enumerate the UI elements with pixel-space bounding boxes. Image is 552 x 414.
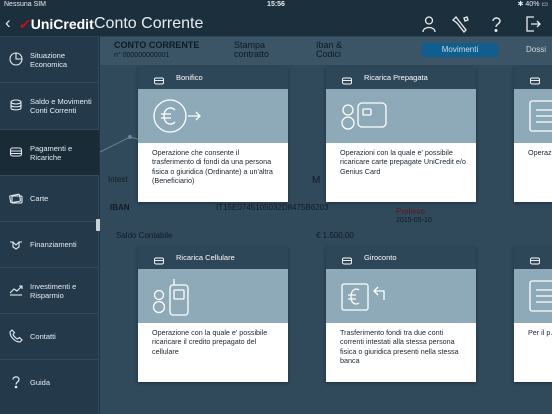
sidebar-item-investimenti[interactable]: Investimenti e Risparmio bbox=[0, 268, 99, 314]
sidebar-item-label: Contatti bbox=[30, 332, 56, 342]
card-illustration bbox=[326, 89, 476, 143]
coins-icon bbox=[9, 98, 23, 112]
brand-name: UniCredit bbox=[30, 16, 94, 32]
option-card-partial-top[interactable]: Operaz... di fisca... non pr... bbox=[514, 67, 552, 202]
status-bar: Nessuna SIM 15:56 ✱ 40% ▭ bbox=[0, 0, 552, 10]
print-contract-link[interactable]: Stampa contratto bbox=[234, 41, 269, 59]
card-description: Trasferimento fondi tra due conti corren… bbox=[340, 328, 459, 366]
card-illustration bbox=[326, 269, 476, 323]
sidebar-item-label: Saldo e Movimenti Conti Correnti bbox=[30, 96, 92, 116]
sidebar-item-label: Situazione Economica bbox=[30, 50, 68, 70]
iban-codes-line2: Codici bbox=[316, 49, 342, 59]
bluetooth-icon: ✱ bbox=[517, 1, 524, 8]
trend-icon bbox=[9, 283, 23, 297]
card-illustration bbox=[138, 269, 288, 323]
money-stack-icon bbox=[154, 253, 164, 265]
option-card-ricarica-prepagata[interactable]: Ricarica Prepagata Operazioni con la qua… bbox=[326, 67, 476, 202]
card-title: Bonifico bbox=[176, 73, 203, 82]
option-card-ricarica-cellulare[interactable]: Ricarica Cellulare Operazione con la qua… bbox=[138, 247, 288, 382]
brand-logo: ✓UniCredit bbox=[18, 16, 94, 32]
brand-mark-icon: ✓ bbox=[18, 16, 30, 32]
user-icon[interactable] bbox=[420, 15, 438, 33]
sidebar: Situazione Economica Saldo e Movimenti C… bbox=[0, 37, 99, 414]
battery-indicator: ✱ 40% ▭ bbox=[518, 0, 548, 10]
sidebar-item-label: Finanziamenti bbox=[30, 240, 77, 250]
card-description: Operazioni con la quale e' possibile ric… bbox=[340, 148, 466, 176]
holder-label: Intest bbox=[108, 175, 128, 184]
card-header: Ricarica Cellulare bbox=[138, 247, 288, 269]
prelievo-date: 2015-05-10 bbox=[396, 217, 432, 224]
column-letter: M bbox=[312, 175, 321, 186]
sidebar-item-situazione-economica[interactable]: Situazione Economica bbox=[0, 37, 99, 83]
sidebar-item-pagamenti-ricariche[interactable]: Pagamenti e Ricariche bbox=[0, 130, 99, 176]
app-window: Nessuna SIM 15:56 ✱ 40% ▭ ‹ ✓UniCredit C… bbox=[0, 0, 552, 414]
card-illustration bbox=[514, 89, 552, 143]
prelievo-label: Prelievo bbox=[396, 207, 425, 216]
card-description: Operazione che consente il trasferimento… bbox=[152, 148, 273, 186]
card-description: Per il p... MAV, R... bbox=[528, 328, 552, 337]
card-title: Ricarica Cellulare bbox=[176, 253, 235, 262]
page-title: Conto Corrente bbox=[94, 15, 204, 32]
saldo-label: Saldo Contabile bbox=[116, 231, 173, 240]
phone-icon bbox=[9, 329, 23, 343]
money-stack-icon bbox=[530, 253, 540, 265]
battery-label: 40% bbox=[525, 1, 540, 8]
card-description: Operaz... di fisca... non pr... bbox=[528, 148, 552, 157]
sidebar-item-label: Investimenti e Risparmio bbox=[30, 281, 77, 301]
handshake-icon bbox=[9, 237, 23, 251]
document-icon bbox=[529, 100, 552, 132]
app-header: ‹ ✓UniCredit Conto Corrente bbox=[0, 10, 552, 37]
tools-icon[interactable] bbox=[452, 15, 470, 33]
prepaid-card-icon bbox=[341, 102, 387, 130]
saldo-value: € 1.500,00 bbox=[316, 231, 354, 240]
sidebar-item-saldo-movimenti[interactable]: Saldo e Movimenti Conti Correnti bbox=[0, 83, 99, 130]
pie-chart-icon bbox=[9, 52, 23, 66]
card-description: Operazione con la quale e' possibile ric… bbox=[152, 328, 268, 356]
logout-icon[interactable] bbox=[524, 15, 542, 33]
card-illustration bbox=[138, 89, 288, 143]
card-header bbox=[514, 67, 552, 89]
card-illustration bbox=[514, 269, 552, 323]
card-header: Giroconto bbox=[326, 247, 476, 269]
option-card-partial-bottom[interactable]: Per il p... MAV, R... bbox=[514, 247, 552, 382]
card-header: Bonifico bbox=[138, 67, 288, 89]
account-number: n° 000000000001 bbox=[114, 52, 170, 59]
account-title: CONTO CORRENTE bbox=[114, 40, 200, 50]
sidebar-item-label: Carte bbox=[30, 194, 49, 204]
iban-codes-link[interactable]: Iban & Codici bbox=[316, 41, 342, 59]
mobile-phone-icon bbox=[152, 279, 189, 316]
sidebar-item-guida[interactable]: Guida bbox=[0, 360, 99, 414]
print-contract-line2: contratto bbox=[234, 49, 270, 59]
sidebar-item-contatti[interactable]: Contatti bbox=[0, 314, 99, 360]
card-header bbox=[514, 247, 552, 269]
money-stack-icon bbox=[154, 73, 164, 85]
card-title: Ricarica Prepagata bbox=[364, 73, 428, 82]
iban-label: IBAN bbox=[110, 203, 130, 212]
option-card-giroconto[interactable]: Giroconto Trasferimento fondi tra due co… bbox=[326, 247, 476, 382]
question-icon bbox=[9, 375, 23, 389]
sidebar-item-finanziamenti[interactable]: Finanziamenti bbox=[0, 222, 99, 268]
euro-transfer-icon bbox=[341, 283, 385, 311]
money-stack-icon bbox=[342, 253, 352, 265]
option-card-bonifico[interactable]: Bonifico Operazione che consente il tras… bbox=[138, 67, 288, 202]
sidebar-item-label: Pagamenti e Ricariche bbox=[30, 143, 73, 163]
account-header: CONTO CORRENTE n° 000000000001 Stampa con… bbox=[100, 37, 552, 65]
euro-arrow-icon bbox=[153, 99, 201, 133]
money-stack-icon bbox=[342, 73, 352, 85]
sidebar-item-carte[interactable]: Carte bbox=[0, 176, 99, 222]
document-icon bbox=[529, 280, 552, 312]
help-icon[interactable] bbox=[487, 15, 505, 33]
battery-icon: ▭ bbox=[541, 1, 548, 8]
card-header: Ricarica Prepagata bbox=[326, 67, 476, 89]
money-stack-icon bbox=[530, 73, 540, 85]
tab-dossier[interactable]: Dossi bbox=[520, 43, 552, 57]
card-icon bbox=[9, 191, 23, 205]
iban-value: IT15E0745105032D8475B6203 bbox=[216, 203, 329, 212]
money-stack-icon bbox=[9, 145, 23, 159]
tab-movimenti[interactable]: Movimenti bbox=[422, 43, 498, 57]
sidebar-item-label: Guida bbox=[30, 378, 51, 388]
back-button[interactable]: ‹ bbox=[5, 13, 11, 33]
card-title: Giroconto bbox=[364, 253, 397, 262]
clock-label: 15:56 bbox=[267, 1, 285, 8]
